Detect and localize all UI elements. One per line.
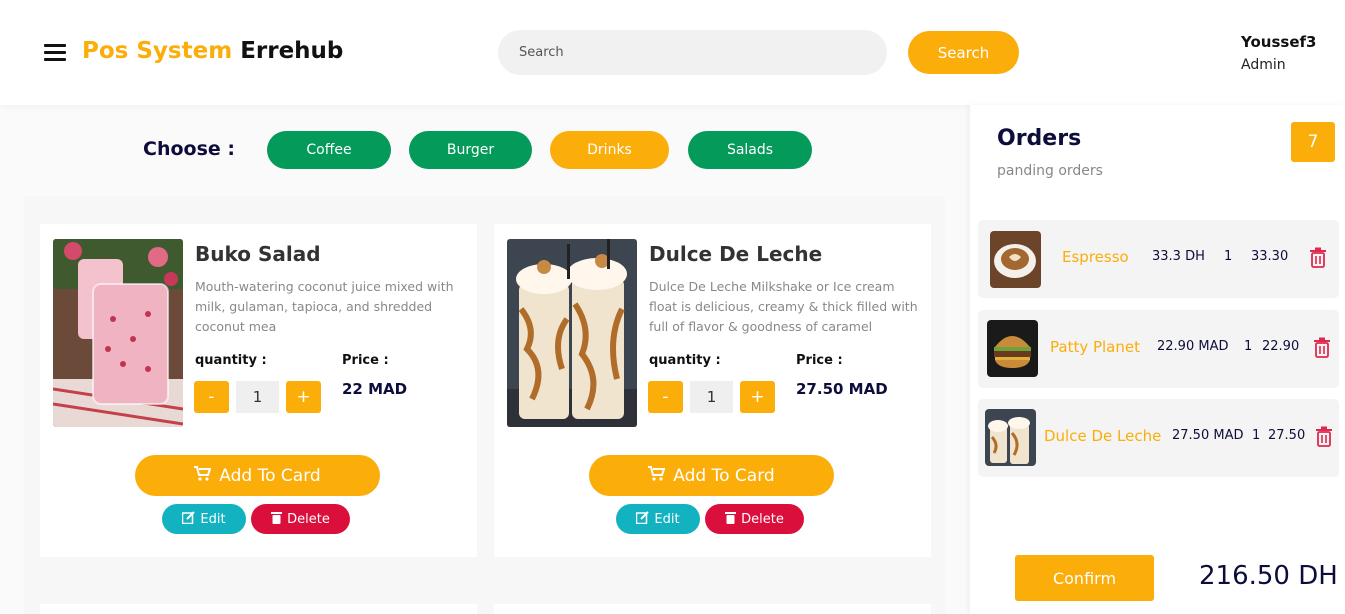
order-item: Patty Planet 22.90 MAD 1 22.90 [978,310,1339,388]
quantity-label: quantity : [649,353,721,368]
cart-icon [194,465,212,486]
category-label: Choose : [143,138,235,160]
top-header: Pos System Errehub Search Youssef3 Admin [0,0,1345,105]
remove-order-trash-icon[interactable] [1309,247,1327,268]
order-item-quantity: 1 [1252,428,1261,443]
quantity-label: quantity : [195,353,267,368]
delete-button[interactable]: Delete [705,504,804,534]
edit-button[interactable]: Edit [616,504,700,534]
trash-icon [725,511,737,528]
order-item-name: Espresso [1062,248,1129,266]
delete-button[interactable]: Delete [251,504,350,534]
product-title: Dulce De Leche [649,242,823,266]
add-to-card-label: Add To Card [673,465,775,486]
order-item: Espresso 33.3 DH 1 33.30 [978,220,1339,298]
order-item-total: 27.50 [1268,428,1306,443]
order-image-espresso [990,231,1041,288]
edit-icon [636,510,650,528]
product-card: Dulce De Leche Dulce De Leche Milkshake … [494,224,931,557]
category-salads-button[interactable]: Salads [688,131,812,169]
category-drinks-button[interactable]: Drinks [550,131,669,169]
quantity-input[interactable] [236,381,279,413]
quantity-decrement-button[interactable]: - [648,381,683,413]
orders-title: Orders [997,126,1082,151]
category-coffee-button[interactable]: Coffee [267,131,391,169]
order-item-price: 33.3 DH [1152,249,1205,264]
order-item-name: Dulce De Leche [1044,427,1162,445]
delete-label: Delete [287,511,330,527]
cart-icon [648,465,666,486]
order-item-price: 22.90 MAD [1157,339,1229,354]
product-price: 27.50 MAD [796,380,888,398]
grand-total: 216.50 DH [1199,561,1338,591]
product-card-partial [494,604,931,614]
add-to-card-label: Add To Card [219,465,321,486]
order-item-quantity: 1 [1224,249,1233,264]
delete-label: Delete [741,511,784,527]
order-item-name: Patty Planet [1050,338,1140,356]
order-image-dulce-de-leche [985,409,1036,466]
product-description: Mouth-watering coconut juice mixed with … [195,279,454,334]
quantity-input[interactable] [690,381,733,413]
quantity-increment-button[interactable]: + [740,381,775,413]
edit-label: Edit [200,511,226,527]
quantity-increment-button[interactable]: + [286,381,321,413]
order-item-price: 27.50 MAD [1172,428,1244,443]
remove-order-trash-icon[interactable] [1313,337,1331,358]
search-input[interactable] [498,30,887,75]
product-image-buko-salad [53,239,183,427]
brand-name-primary: Pos System [82,38,233,64]
price-label: Price : [342,353,389,368]
hamburger-menu-icon[interactable] [44,44,66,62]
edit-button[interactable]: Edit [162,504,246,534]
remove-order-trash-icon[interactable] [1315,426,1333,447]
edit-label: Edit [654,511,680,527]
product-card-partial [40,604,477,614]
order-item-total: 33.30 [1251,249,1289,264]
add-to-card-button[interactable]: Add To Card [135,455,380,496]
brand-name-secondary: Errehub [240,38,344,64]
brand-logo: Pos System Errehub [82,38,343,64]
product-description: Dulce De Leche Milkshake or Ice cream fl… [649,279,918,334]
order-image-patty-planet [987,320,1038,377]
product-price: 22 MAD [342,380,408,398]
product-card: Buko Salad Mouth-watering coconut juice … [40,224,477,557]
user-name: Youssef3 [1241,33,1317,51]
orders-count-badge: 7 [1291,122,1335,162]
confirm-button[interactable]: Confirm [1015,555,1154,601]
order-item-total: 22.90 [1262,339,1300,354]
user-role: Admin [1241,57,1286,73]
category-burger-button[interactable]: Burger [409,131,532,169]
add-to-card-button[interactable]: Add To Card [589,455,834,496]
quantity-decrement-button[interactable]: - [194,381,229,413]
product-image-dulce-de-leche [507,239,637,427]
orders-subtitle: panding orders [997,163,1103,179]
orders-panel: Orders panding orders 7 Espresso 33.3 DH… [970,105,1345,614]
price-label: Price : [796,353,843,368]
product-title: Buko Salad [195,242,321,266]
order-item-quantity: 1 [1244,339,1253,354]
search-button[interactable]: Search [908,31,1019,74]
edit-icon [182,510,196,528]
trash-icon [271,511,283,528]
order-item: Dulce De Leche 27.50 MAD 1 27.50 [978,399,1339,477]
